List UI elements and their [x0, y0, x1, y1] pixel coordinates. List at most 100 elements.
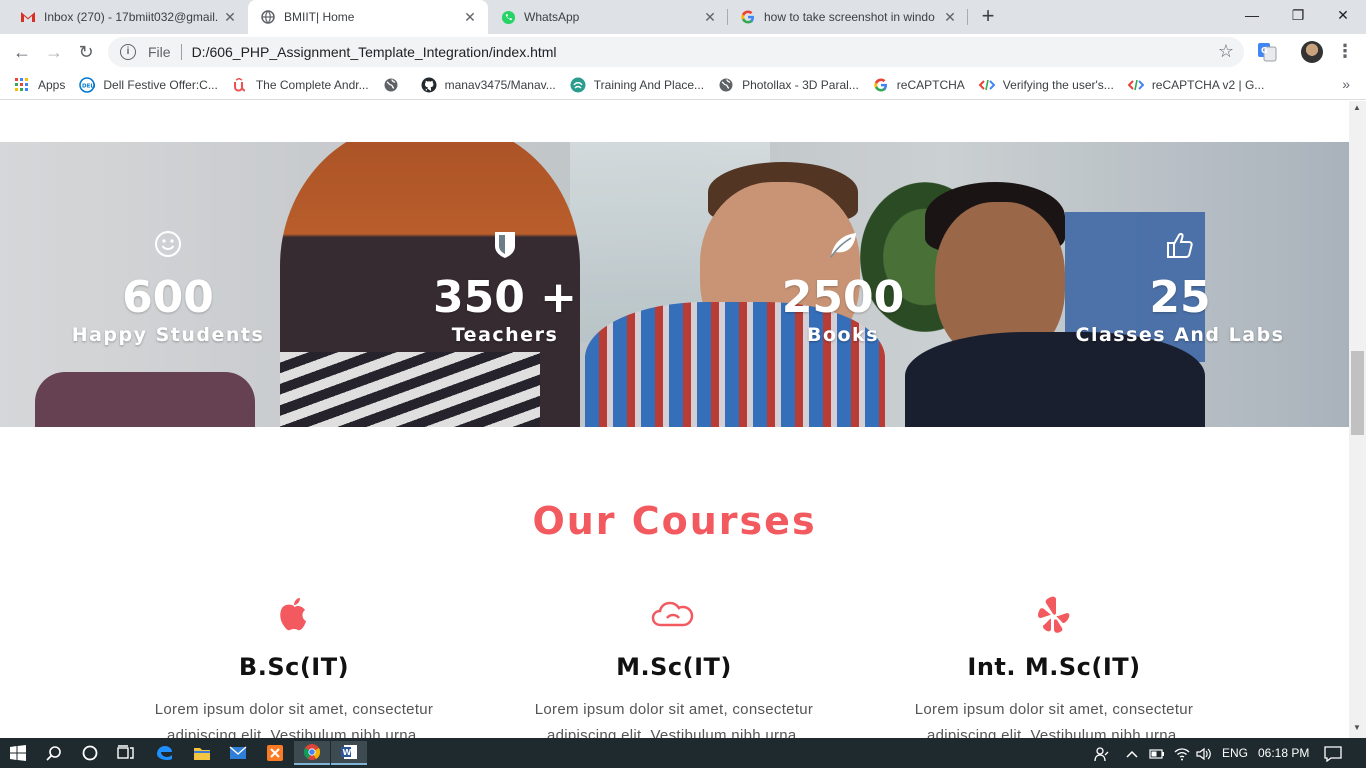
- cortana-icon[interactable]: [72, 741, 108, 765]
- reload-button[interactable]: ↻: [72, 38, 100, 66]
- battery-icon[interactable]: [1149, 738, 1165, 768]
- github-icon: [421, 77, 437, 93]
- bookmark-recaptcha[interactable]: reCAPTCHA: [873, 77, 965, 93]
- stat-label: Books: [806, 324, 880, 346]
- course-card-msc-it[interactable]: M.Sc(IT) Lorem ipsum dolor sit amet, con…: [484, 595, 864, 738]
- window-close-button[interactable]: ✕: [1320, 0, 1366, 30]
- scroll-up-arrow-icon[interactable]: ▲: [1353, 103, 1361, 112]
- new-tab-button[interactable]: +: [975, 4, 1001, 30]
- course-description: Lorem ipsum dolor sit amet, consectetur …: [864, 697, 1244, 738]
- stat-classes-labs: 25 Classes And Labs: [1050, 230, 1310, 346]
- info-icon[interactable]: i: [120, 44, 136, 60]
- close-icon[interactable]: ✕: [462, 9, 478, 26]
- url-scheme: File: [148, 44, 171, 60]
- chevron-up-icon[interactable]: [1126, 738, 1138, 768]
- page-scrollbar[interactable]: ▲ ▼: [1349, 101, 1366, 738]
- google-icon: [873, 77, 889, 93]
- stat-value: 2500: [781, 272, 905, 323]
- course-description-line: Lorem ipsum dolor sit amet, consectetur: [914, 701, 1194, 718]
- notifications-icon[interactable]: [1324, 738, 1342, 768]
- placement-icon: [570, 77, 586, 93]
- code-icon: [978, 77, 995, 93]
- bookmark-udemy[interactable]: The Complete Andr...: [232, 77, 369, 93]
- google-translate-icon[interactable]: G: [1257, 42, 1277, 62]
- course-name: M.Sc(IT): [616, 653, 732, 681]
- globe-icon: [383, 77, 399, 93]
- code-icon: [1127, 77, 1144, 93]
- tab-title: BMIIT| Home: [284, 10, 355, 24]
- xampp-icon[interactable]: [257, 741, 293, 765]
- bookmark-label: Dell Festive Offer:C...: [103, 77, 218, 92]
- more-bookmarks-icon[interactable]: »: [1342, 76, 1350, 92]
- tab-gmail[interactable]: Inbox (270) - 17bmiit032@gmail. ✕: [8, 0, 248, 34]
- bookmark-training-placement[interactable]: Training And Place...: [570, 77, 704, 93]
- volume-icon[interactable]: [1196, 738, 1212, 768]
- restore-button[interactable]: ❐: [1275, 0, 1321, 30]
- bookmark-apps[interactable]: Apps: [14, 77, 65, 93]
- shield-icon: [375, 230, 635, 264]
- bookmark-photollax[interactable]: Photollax - 3D Paral...: [718, 77, 859, 93]
- close-icon[interactable]: ✕: [702, 9, 718, 26]
- scroll-down-arrow-icon[interactable]: ▼: [1353, 723, 1361, 732]
- course-description-line: adipiscing elit. Vestibulum nibh urna,: [926, 727, 1182, 738]
- tab-bmiit-home[interactable]: BMIIT| Home ✕: [248, 0, 488, 34]
- people-icon[interactable]: [1094, 738, 1110, 768]
- browser-toolbar: ← → ↻ i File D:/606_PHP_Assignment_Templ…: [0, 34, 1366, 70]
- course-card-int-msc-it[interactable]: Int. M.Sc(IT) Lorem ipsum dolor sit amet…: [864, 595, 1244, 738]
- tab-google-search[interactable]: how to take screenshot in windo ✕: [728, 0, 968, 34]
- chrome-taskbar-icon[interactable]: [294, 741, 330, 765]
- bookmark-globe[interactable]: [383, 77, 407, 93]
- svg-text:W: W: [343, 748, 352, 757]
- bookmark-label: The Complete Andr...: [255, 77, 369, 92]
- back-button[interactable]: ←: [8, 38, 36, 66]
- url-text[interactable]: D:/606_PHP_Assignment_Template_Integrati…: [192, 44, 557, 60]
- close-icon[interactable]: ✕: [222, 9, 238, 26]
- scrollbar-thumb[interactable]: [1351, 351, 1364, 435]
- bookmark-star-icon[interactable]: ☆: [1218, 41, 1234, 62]
- bookmark-label: Verifying the user's...: [1002, 77, 1114, 92]
- bookmark-verifying-user[interactable]: Verifying the user's...: [978, 77, 1114, 93]
- search-icon[interactable]: [36, 741, 72, 765]
- minimize-button[interactable]: —: [1229, 0, 1275, 30]
- stat-value: 25: [1149, 272, 1211, 323]
- task-view-icon[interactable]: [108, 741, 144, 765]
- stat-label: Happy Students: [71, 324, 265, 346]
- mail-icon[interactable]: [220, 741, 256, 765]
- clock[interactable]: 06:18 PM: [1258, 738, 1309, 768]
- word-icon[interactable]: W: [331, 741, 367, 765]
- globe-icon: [718, 77, 734, 93]
- course-description-line: adipiscing elit. Vestibulum nibh urna,: [166, 727, 422, 738]
- windows-taskbar: W ENG 06:18 PM: [0, 738, 1366, 768]
- course-card-bsc-it[interactable]: B.Sc(IT) Lorem ipsum dolor sit amet, con…: [104, 595, 484, 738]
- stats-banner: 600 Happy Students 350 + Teachers 2500 B…: [0, 142, 1349, 427]
- forward-button[interactable]: →: [40, 38, 68, 66]
- chrome-menu-icon[interactable]: ⋮: [1336, 40, 1354, 64]
- globe-icon: [260, 9, 276, 25]
- wifi-icon[interactable]: [1174, 738, 1190, 768]
- profile-avatar[interactable]: [1301, 41, 1323, 63]
- language-indicator[interactable]: ENG: [1222, 738, 1248, 768]
- tab-whatsapp[interactable]: WhatsApp ✕: [488, 0, 728, 34]
- course-name: Int. M.Sc(IT): [967, 653, 1141, 681]
- address-bar[interactable]: i File D:/606_PHP_Assignment_Template_In…: [108, 37, 1244, 67]
- stat-value: 350 +: [432, 272, 578, 323]
- bookmark-label: manav3475/Manav...: [444, 77, 556, 92]
- svg-text:DELL: DELL: [82, 83, 95, 89]
- bookmark-recaptcha-v2[interactable]: reCAPTCHA v2 | G...: [1127, 77, 1265, 93]
- edge-browser-icon[interactable]: [146, 741, 182, 765]
- gmail-icon: [20, 9, 36, 25]
- close-icon[interactable]: ✕: [942, 9, 958, 26]
- bookmark-label: reCAPTCHA v2 | G...: [1151, 77, 1265, 92]
- dell-icon: DELL: [79, 76, 95, 93]
- windows-start-icon[interactable]: [0, 741, 36, 765]
- bookmark-label: Training And Place...: [593, 77, 705, 92]
- bookmark-github[interactable]: manav3475/Manav...: [421, 77, 556, 93]
- thumbs-up-icon: [1050, 230, 1310, 264]
- file-explorer-icon[interactable]: [184, 741, 220, 765]
- bookmark-label: reCAPTCHA: [896, 77, 965, 92]
- bookmark-dell[interactable]: DELL Dell Festive Offer:C...: [79, 76, 218, 93]
- courses-heading: Our Courses: [532, 499, 817, 543]
- course-description-line: adipiscing elit. Vestibulum nibh urna,: [546, 727, 802, 738]
- tab-title: Inbox (270) - 17bmiit032@gmail.: [44, 10, 219, 24]
- course-description-line: Lorem ipsum dolor sit amet, consectetur: [154, 701, 434, 718]
